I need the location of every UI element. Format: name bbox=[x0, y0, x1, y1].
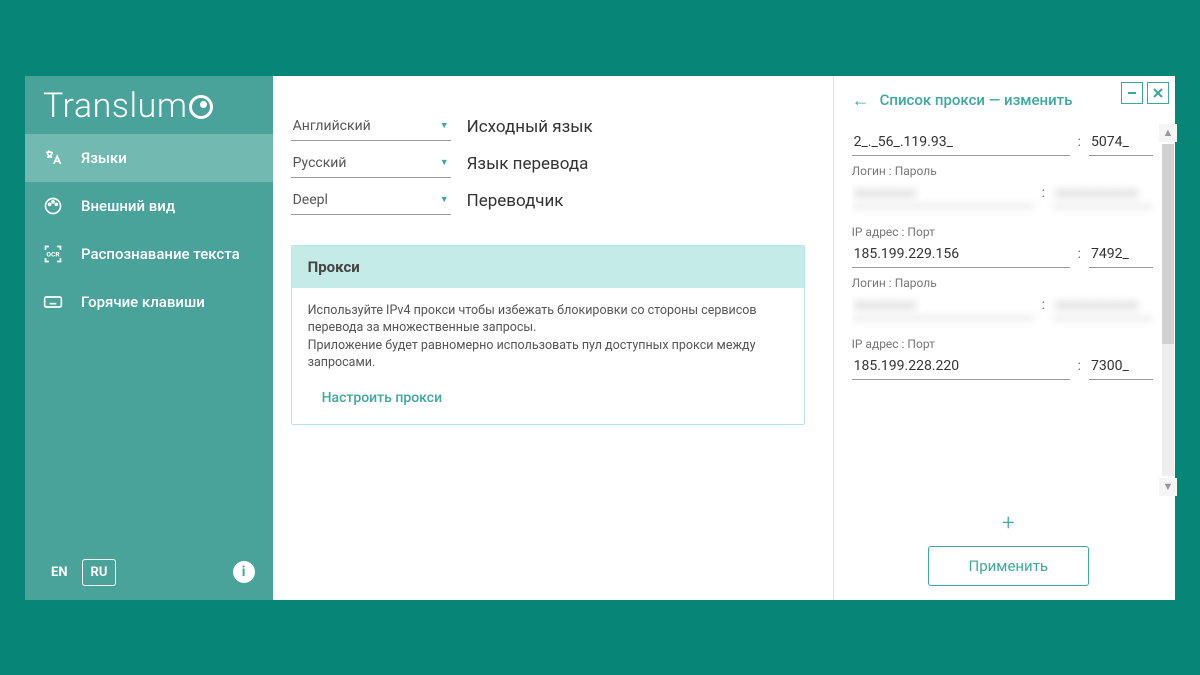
keyboard-icon bbox=[43, 292, 63, 312]
add-proxy-button[interactable]: + bbox=[852, 511, 1165, 536]
nav-label: Языки bbox=[81, 149, 127, 167]
select-value: Deepl bbox=[293, 192, 328, 208]
info-button[interactable]: i bbox=[233, 561, 255, 583]
svg-text:OCR: OCR bbox=[46, 250, 60, 258]
sidebar: Translum Языки Внешний вид OCR Распознав… bbox=[25, 76, 273, 600]
nav-item-appearance[interactable]: Внешний вид bbox=[25, 182, 273, 230]
select-label: Исходный язык bbox=[467, 117, 593, 137]
colon-separator: : bbox=[1040, 297, 1047, 313]
colon-separator: : bbox=[1040, 185, 1047, 201]
nav-item-ocr[interactable]: OCR Распознавание текста bbox=[25, 230, 273, 278]
proxy-card-body: Используйте IPv4 прокси чтобы избежать б… bbox=[292, 288, 804, 424]
caret-down-icon: ▼ bbox=[440, 194, 449, 205]
select-value: Английский bbox=[293, 118, 371, 134]
proxy-entry: IP адрес : Порт : Логин : Пароль : bbox=[852, 225, 1153, 319]
translator-row: Deepl ▼ Переводчик bbox=[291, 188, 805, 215]
ui-language-switch: EN RU bbox=[43, 559, 116, 586]
proxy-card: Прокси Используйте IPv4 прокси чтобы изб… bbox=[291, 245, 805, 425]
main-area: Английский ▼ Исходный язык Русский ▼ Язы… bbox=[273, 76, 1175, 600]
caret-down-icon: ▼ bbox=[440, 157, 449, 168]
app-logo: Translum bbox=[25, 76, 273, 134]
palette-icon bbox=[43, 196, 63, 216]
nav-label: Распознавание текста bbox=[81, 245, 240, 263]
target-lang-row: Русский ▼ Язык перевода bbox=[291, 151, 805, 178]
proxy-port-input[interactable] bbox=[1089, 131, 1153, 156]
proxy-ip-input[interactable] bbox=[852, 243, 1070, 268]
proxy-pass-input[interactable] bbox=[1053, 182, 1153, 207]
lang-ru-button[interactable]: RU bbox=[82, 559, 117, 586]
proxy-port-input[interactable] bbox=[1089, 243, 1153, 268]
nav-label: Внешний вид bbox=[81, 197, 175, 215]
settings-panel: Английский ▼ Исходный язык Русский ▼ Язы… bbox=[273, 76, 833, 600]
proxy-entry: : Логин : Пароль : bbox=[852, 131, 1153, 207]
proxy-list-title: Список прокси — изменить bbox=[880, 91, 1073, 109]
nav-item-languages[interactable]: Языки bbox=[25, 134, 273, 182]
target-lang-select[interactable]: Русский ▼ bbox=[291, 151, 451, 178]
login-pass-label: Логин : Пароль bbox=[852, 276, 1153, 290]
select-value: Русский bbox=[293, 155, 347, 171]
nav-label: Горячие клавиши bbox=[81, 293, 205, 311]
colon-separator: : bbox=[1076, 134, 1083, 150]
translator-select[interactable]: Deepl ▼ bbox=[291, 188, 451, 215]
proxy-description: Используйте IPv4 прокси чтобы избежать б… bbox=[308, 302, 788, 372]
lang-en-button[interactable]: EN bbox=[43, 560, 76, 585]
proxy-card-title: Прокси bbox=[292, 246, 804, 288]
source-lang-select[interactable]: Английский ▼ bbox=[291, 114, 451, 141]
proxy-list-panel: ← Список прокси — изменить ▲ ▼ : Логин :… bbox=[833, 76, 1175, 600]
translate-icon bbox=[43, 148, 63, 168]
proxy-ip-input[interactable] bbox=[852, 355, 1070, 380]
sidebar-footer: EN RU i bbox=[25, 545, 273, 600]
nav-list: Языки Внешний вид OCR Распознавание текс… bbox=[25, 134, 273, 545]
proxy-pass-input[interactable] bbox=[1053, 294, 1153, 319]
nav-item-hotkeys[interactable]: Горячие клавиши bbox=[25, 278, 273, 326]
apply-button[interactable]: Применить bbox=[928, 546, 1090, 586]
proxy-ip-input[interactable] bbox=[852, 131, 1070, 156]
ocr-icon: OCR bbox=[43, 244, 63, 264]
select-label: Переводчик bbox=[467, 191, 564, 211]
configure-proxy-link[interactable]: Настроить прокси bbox=[308, 390, 442, 406]
logo-icon bbox=[189, 95, 213, 119]
app-window: Translum Языки Внешний вид OCR Распознав… bbox=[25, 76, 1175, 600]
proxy-login-input[interactable] bbox=[852, 294, 1034, 319]
back-arrow-icon[interactable]: ← bbox=[852, 90, 870, 111]
caret-down-icon: ▼ bbox=[440, 120, 449, 131]
login-pass-label: Логин : Пароль bbox=[852, 164, 1153, 178]
minimize-button[interactable] bbox=[1121, 82, 1143, 104]
proxy-entries: : Логин : Пароль : IP адрес : Порт : bbox=[852, 131, 1165, 507]
ip-port-label: IP адрес : Порт bbox=[852, 337, 1153, 351]
logo-text: Translum bbox=[43, 86, 187, 126]
proxy-list-header: ← Список прокси — изменить bbox=[852, 90, 1165, 111]
select-label: Язык перевода bbox=[467, 154, 589, 174]
source-lang-row: Английский ▼ Исходный язык bbox=[291, 114, 805, 141]
proxy-login-input[interactable] bbox=[852, 182, 1034, 207]
close-button[interactable] bbox=[1147, 82, 1169, 104]
ip-port-label: IP адрес : Порт bbox=[852, 225, 1153, 239]
window-controls bbox=[1121, 82, 1169, 104]
proxy-port-input[interactable] bbox=[1089, 355, 1153, 380]
proxy-entry: IP адрес : Порт : bbox=[852, 337, 1153, 380]
colon-separator: : bbox=[1076, 358, 1083, 374]
colon-separator: : bbox=[1076, 246, 1083, 262]
